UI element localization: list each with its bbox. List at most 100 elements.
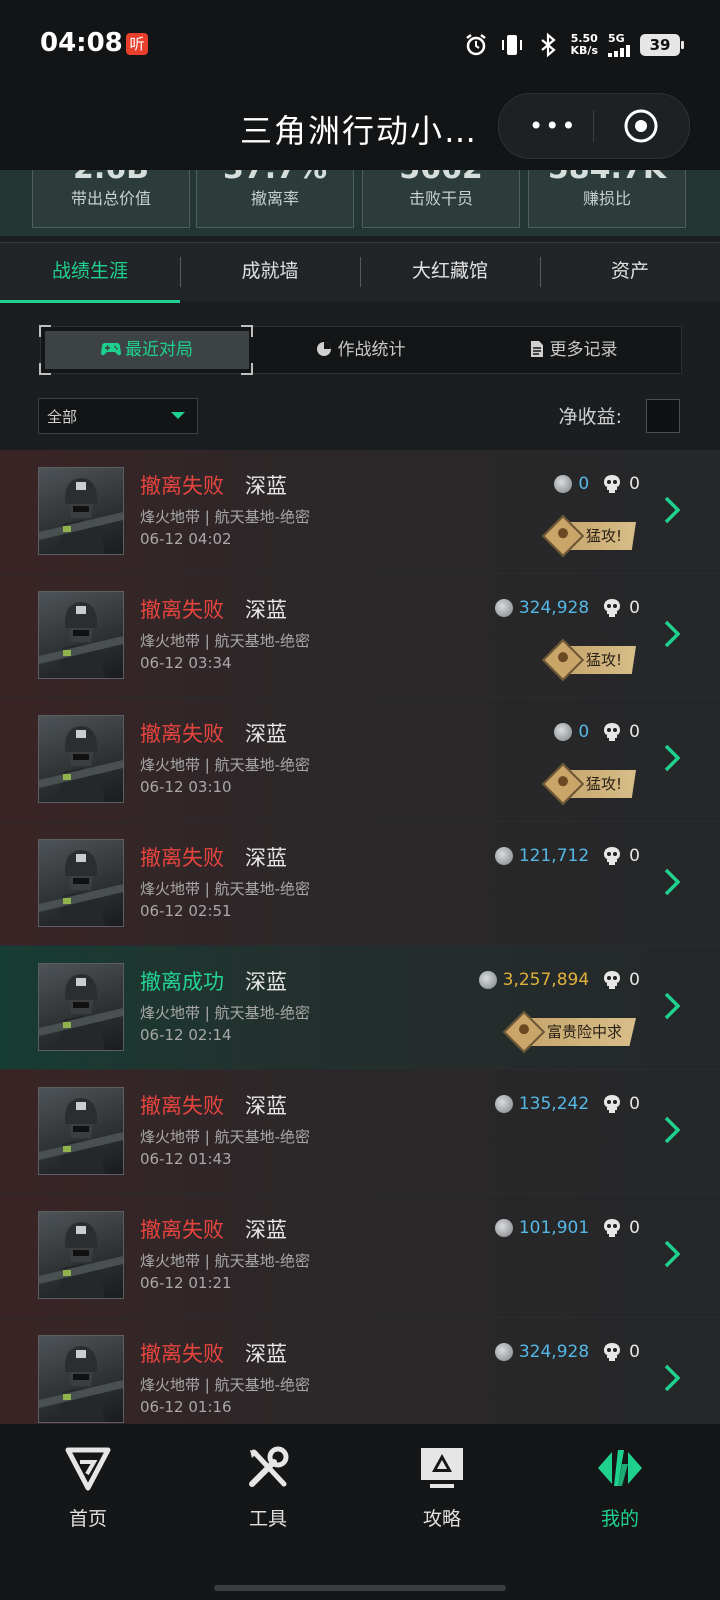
frame-corner bbox=[39, 325, 51, 337]
frame-corner bbox=[39, 363, 51, 375]
stat-card-total-value: 2.6B 带出总价值 bbox=[32, 170, 190, 228]
earnings-value: 0 bbox=[578, 722, 590, 742]
earnings-value: 3,257,894 bbox=[502, 970, 590, 990]
match-record-row[interactable]: 撤离失败 深蓝 烽火地带 | 航天基地-绝密 06-12 04:02 0 0 猛攻! bbox=[0, 450, 720, 574]
tab-collection[interactable]: 大红藏馆 bbox=[360, 243, 540, 301]
tab-achievements[interactable]: 成就墙 bbox=[180, 243, 360, 301]
operator-name: 深蓝 bbox=[245, 1342, 287, 1366]
kill-count: 0 bbox=[629, 1218, 640, 1238]
chevron-right-icon[interactable] bbox=[664, 496, 680, 524]
subtab-label: 最近对局 bbox=[125, 340, 193, 360]
chevron-right-icon[interactable] bbox=[664, 992, 680, 1020]
match-record-row[interactable]: 撤离失败 深蓝 烽火地带 | 航天基地-绝密 06-12 03:10 0 0 猛攻! bbox=[0, 698, 720, 822]
operator-avatar bbox=[38, 1087, 124, 1175]
earnings-group: 324,928 0 bbox=[494, 598, 640, 618]
bottom-nav: 首页 工具 攻略 我的 bbox=[0, 1424, 720, 1600]
subtab-label: 作战统计 bbox=[337, 340, 406, 360]
page-title: 三角洲行动小… bbox=[240, 112, 479, 150]
tab-assets[interactable]: 资产 bbox=[540, 243, 720, 301]
net-income-label: 净收益: bbox=[558, 406, 622, 428]
mode-filter-select[interactable]: 全部 bbox=[38, 398, 198, 434]
match-record-row[interactable]: 撤离失败 深蓝 烽火地带 | 航天基地-绝密 06-12 01:43 135,242 0 bbox=[0, 1070, 720, 1194]
tools-icon bbox=[249, 1446, 289, 1487]
operator-name: 深蓝 bbox=[245, 846, 287, 870]
match-record-row[interactable]: 撤离成功 深蓝 烽火地带 | 航天基地-绝密 06-12 02:14 3,257,894… bbox=[0, 946, 720, 1070]
nav-label: 攻略 bbox=[422, 1508, 461, 1530]
profile-logo-icon bbox=[598, 1450, 642, 1486]
chevron-right-icon[interactable] bbox=[664, 1364, 680, 1392]
status-bar: 04:08 听 5.50 KB/s 5G 39 bbox=[0, 0, 720, 90]
map-name: 烽火地带 | 航天基地-绝密 bbox=[140, 1252, 311, 1270]
earnings-group: 121,712 0 bbox=[494, 846, 640, 866]
coin-icon bbox=[494, 599, 513, 617]
net-income-checkbox[interactable] bbox=[646, 399, 680, 433]
operator-name: 深蓝 bbox=[245, 598, 287, 622]
operator-avatar bbox=[38, 715, 124, 803]
match-time: 06-12 04:02 bbox=[140, 530, 232, 548]
nav-home[interactable]: 首页 bbox=[28, 1444, 148, 1531]
subtab-battle-stats[interactable]: 作战统计 bbox=[254, 327, 467, 373]
operator-name: 深蓝 bbox=[245, 722, 287, 746]
extract-status: 撤离成功 bbox=[140, 970, 224, 994]
frame-corner bbox=[241, 363, 253, 375]
chevron-right-icon[interactable] bbox=[664, 1240, 680, 1268]
stat-label: 击败干员 bbox=[408, 189, 473, 208]
earnings-group: 324,928 0 bbox=[494, 1342, 640, 1362]
soldier-portrait-icon bbox=[39, 974, 123, 1050]
earnings-group: 101,901 0 bbox=[494, 1218, 640, 1238]
map-name: 烽火地带 | 航天基地-绝密 bbox=[140, 756, 311, 774]
achievement-tag: 猛攻! bbox=[541, 514, 636, 558]
earnings-value: 135,242 bbox=[518, 1094, 590, 1114]
signal-icon bbox=[608, 45, 630, 57]
chevron-right-icon[interactable] bbox=[664, 868, 680, 896]
extract-status: 撤离失败 bbox=[140, 474, 224, 498]
operator-avatar bbox=[38, 467, 124, 555]
operator-name: 深蓝 bbox=[245, 474, 287, 498]
more-button[interactable]: ••• bbox=[529, 112, 577, 140]
kill-count: 0 bbox=[629, 722, 640, 742]
network-type: 5G bbox=[608, 32, 625, 45]
match-record-row[interactable]: 撤离失败 深蓝 烽火地带 | 航天基地-绝密 06-12 01:21 101,901 0 bbox=[0, 1194, 720, 1318]
nav-profile[interactable]: 我的 bbox=[560, 1444, 680, 1531]
nav-label: 首页 bbox=[68, 1508, 107, 1530]
frame-corner bbox=[241, 325, 253, 337]
soldier-portrait-icon bbox=[39, 478, 123, 554]
caret-down-icon bbox=[171, 412, 185, 419]
map-name: 烽火地带 | 航天基地-绝密 bbox=[140, 632, 311, 650]
tab-career[interactable]: 战绩生涯 bbox=[0, 243, 180, 303]
extract-status: 撤离失败 bbox=[140, 1342, 224, 1366]
operator-avatar bbox=[38, 1211, 124, 1299]
nav-tools[interactable]: 工具 bbox=[208, 1444, 328, 1531]
match-time: 06-12 01:16 bbox=[140, 1398, 232, 1416]
earnings-value: 324,928 bbox=[518, 1342, 590, 1362]
chevron-right-icon[interactable] bbox=[664, 1116, 680, 1144]
achievement-tag: 猛攻! bbox=[541, 762, 636, 806]
coin-icon bbox=[494, 1095, 513, 1113]
home-logo-icon bbox=[65, 1447, 111, 1491]
earnings-group: 3,257,894 0 bbox=[478, 970, 640, 990]
subtab-more-records[interactable]: 更多记录 bbox=[467, 327, 680, 373]
skull-icon bbox=[604, 1219, 621, 1237]
operator-avatar bbox=[38, 591, 124, 679]
close-target-icon[interactable] bbox=[623, 108, 659, 144]
map-name: 烽火地带 | 航天基地-绝密 bbox=[140, 1128, 311, 1146]
net-speed: 5.50 KB/s bbox=[570, 32, 598, 57]
subtab-recent-matches[interactable]: 最近对局 bbox=[45, 331, 249, 369]
extract-status: 撤离失败 bbox=[140, 1218, 224, 1242]
operator-avatar bbox=[38, 839, 124, 927]
match-record-row[interactable]: 撤离失败 深蓝 烽火地带 | 航天基地-绝密 06-12 03:34 324,928 0 猛… bbox=[0, 574, 720, 698]
chevron-right-icon[interactable] bbox=[664, 744, 680, 772]
stats-header: 2.6B 带出总价值 37.7% 撤离率 5662 击败干员 584.7K 赚损… bbox=[0, 170, 720, 236]
chevron-right-icon[interactable] bbox=[664, 620, 680, 648]
match-time: 06-12 02:51 bbox=[140, 902, 232, 920]
match-record-list: 撤离失败 深蓝 烽火地带 | 航天基地-绝密 06-12 04:02 0 0 猛攻! 撤离失败… bbox=[0, 450, 720, 1442]
document-icon bbox=[530, 341, 543, 357]
battery-icon: 39 bbox=[640, 34, 684, 56]
sub-tabs: 最近对局 作战统计 更多记录 bbox=[39, 325, 682, 375]
medal-icon bbox=[541, 514, 585, 558]
match-record-row[interactable]: 撤离失败 深蓝 烽火地带 | 航天基地-绝密 06-12 02:51 121,712 0 bbox=[0, 822, 720, 946]
stat-card-extract-rate: 37.7% 撤离率 bbox=[196, 170, 354, 228]
main-tabs: 战绩生涯 成就墙 大红藏馆 资产 bbox=[0, 242, 720, 303]
nav-label: 我的 bbox=[600, 1508, 639, 1530]
nav-guide[interactable]: 攻略 bbox=[382, 1444, 502, 1531]
